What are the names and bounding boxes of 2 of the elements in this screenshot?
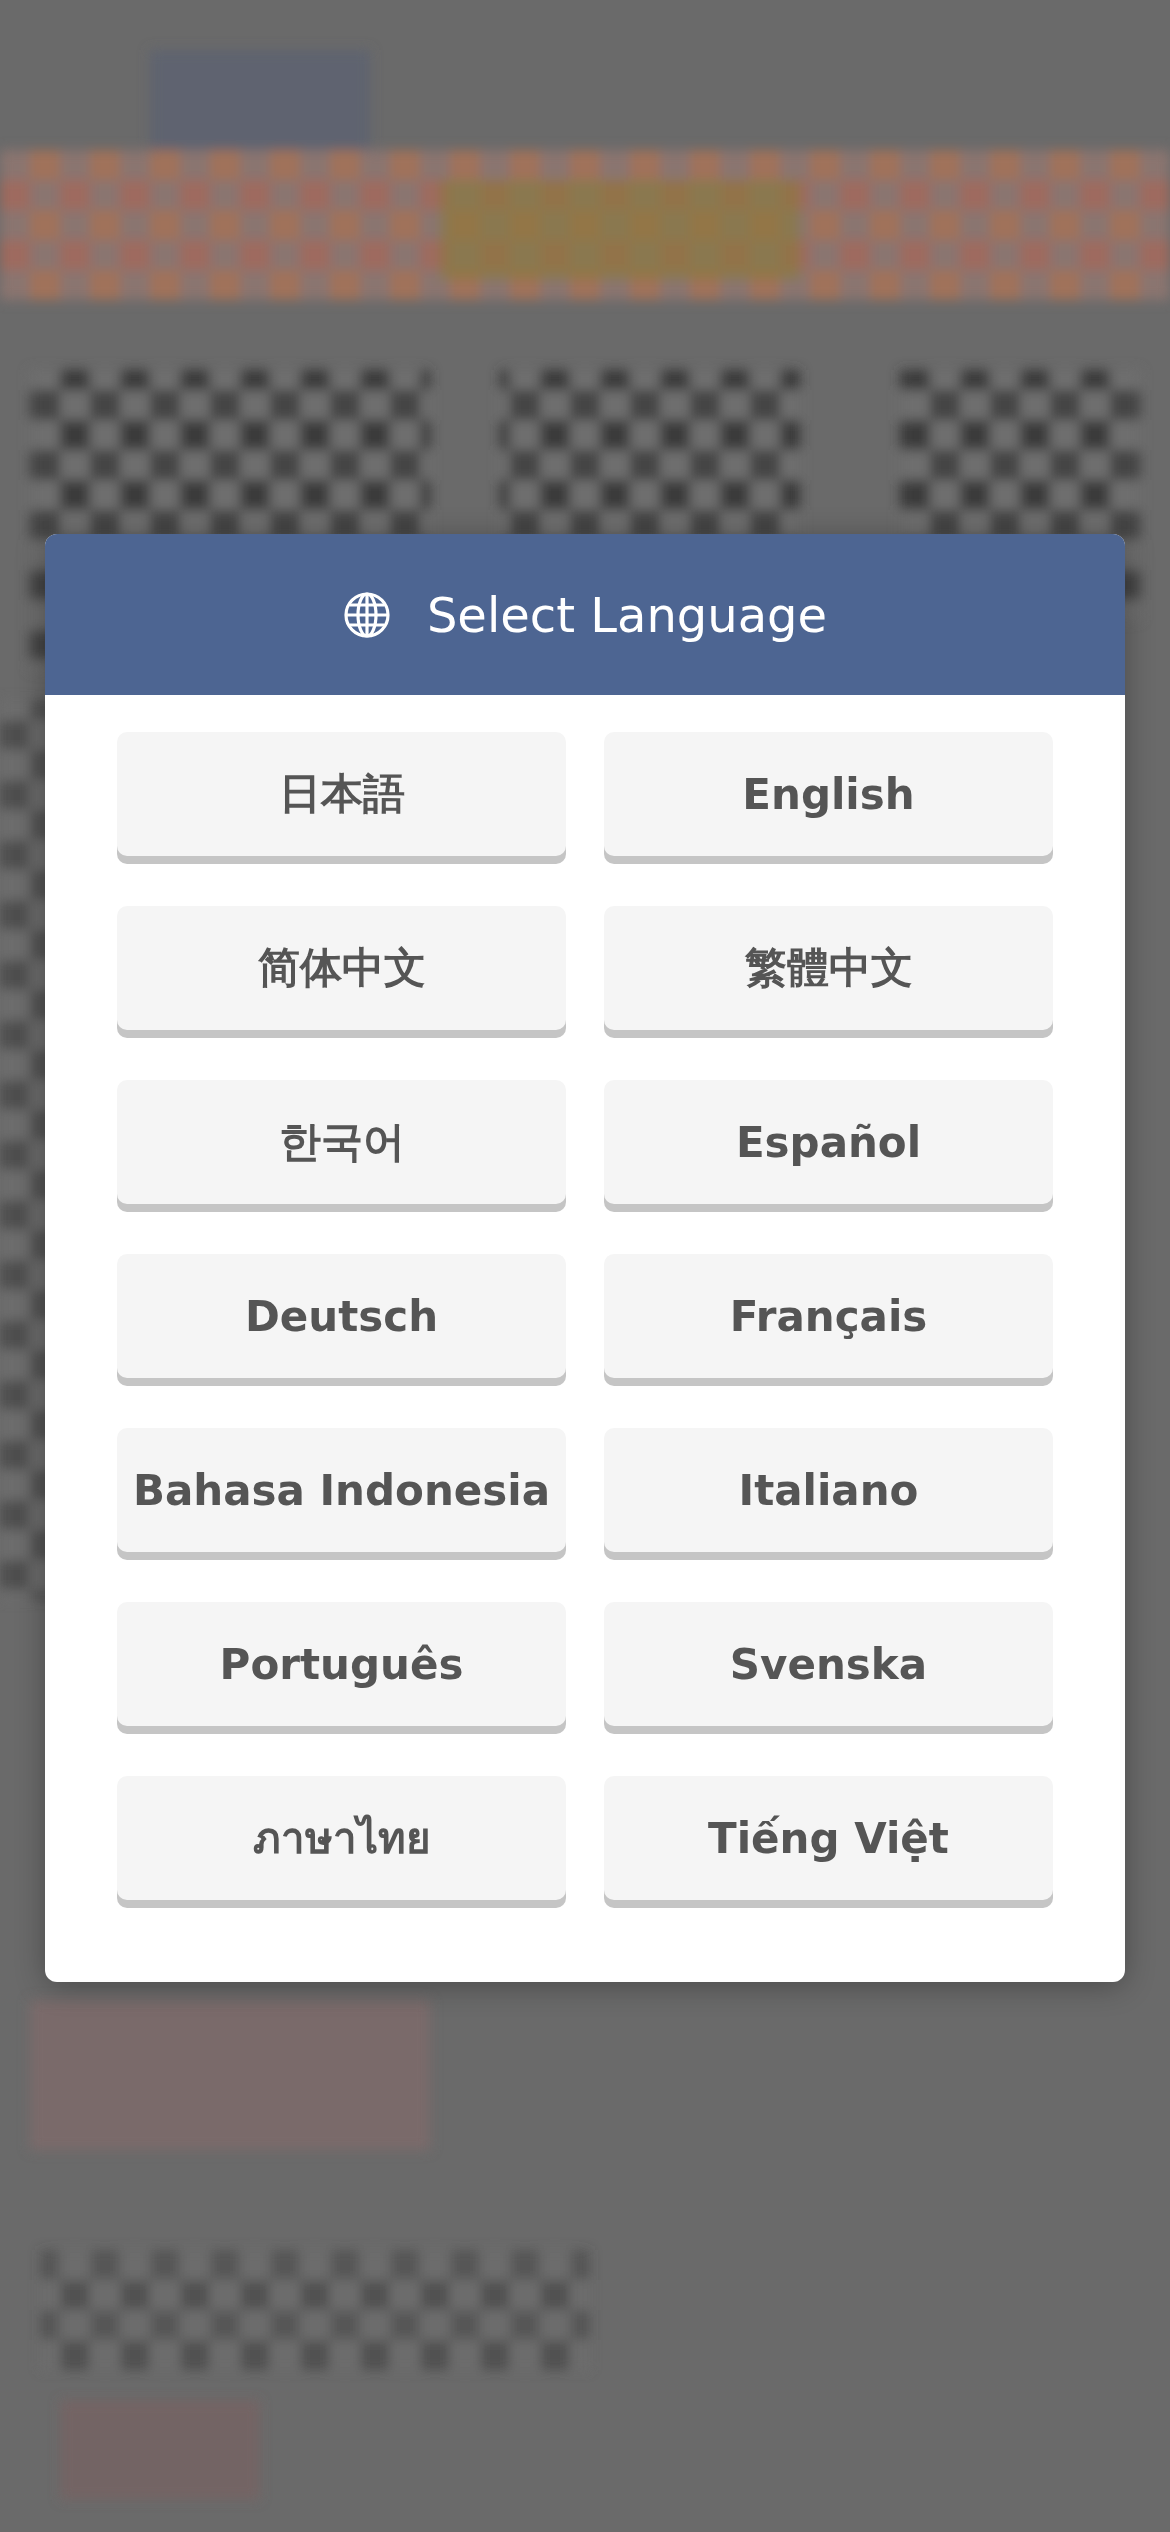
dialog-title: Select Language <box>426 586 828 643</box>
globe-icon <box>342 590 391 639</box>
